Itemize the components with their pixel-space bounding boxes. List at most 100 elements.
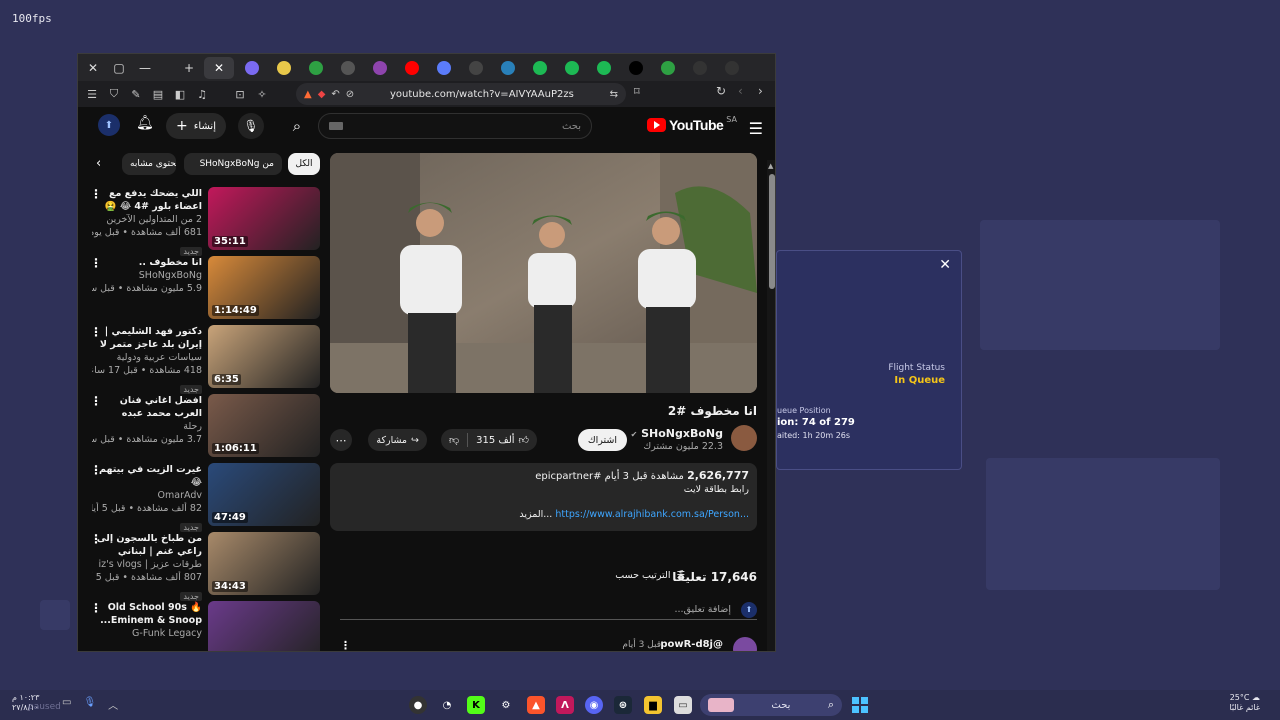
app-icon[interactable]: Λ xyxy=(556,696,574,714)
channel-name[interactable]: SHoNgxBoNg ✔ xyxy=(631,427,723,440)
recommended-video[interactable]: 6:35 دكتور فهد الشليمي | إيران بلد عاجز … xyxy=(86,325,320,394)
pinned-tab[interactable] xyxy=(718,57,746,79)
video-thumbnail[interactable]: 34:43 xyxy=(208,532,320,595)
pinned-tab[interactable] xyxy=(462,57,490,79)
add-comment-input[interactable]: ⬆ إضافة تعليق... xyxy=(340,602,757,620)
bookmark-icon[interactable]: ⌑ xyxy=(634,85,640,98)
pinned-tab[interactable] xyxy=(590,57,618,79)
video-channel[interactable]: رحلة xyxy=(92,420,202,433)
pinned-tab[interactable] xyxy=(686,57,714,79)
create-button[interactable]: + إنشاء xyxy=(166,113,226,139)
more-vert-icon[interactable]: ⋮ xyxy=(90,256,102,270)
screenshot-icon[interactable]: ⊡ xyxy=(230,84,250,104)
pinned-tab[interactable] xyxy=(238,57,266,79)
video-thumbnail[interactable]: 35:11 xyxy=(208,187,320,250)
share-button[interactable]: مشاركة ↪ xyxy=(368,429,427,451)
more-vert-icon[interactable]: ⋮ xyxy=(90,325,102,339)
video-thumbnail[interactable]: 6:35 xyxy=(208,325,320,388)
description-box[interactable]: 2,626,777 مشاهدة قبل 3 أيام #epicpartner… xyxy=(330,463,757,531)
no-redirect-icon[interactable]: ⊘ xyxy=(346,89,354,100)
more-vert-icon[interactable]: ⋮ xyxy=(90,187,102,201)
search-input[interactable]: بحث xyxy=(318,113,592,139)
video-title[interactable]: غيرت الزيت في بيتهم 😂 xyxy=(92,463,202,489)
brave-icon[interactable]: ▲ xyxy=(304,89,312,100)
scrollbar[interactable]: ▲ ▼ xyxy=(767,160,775,651)
settings-icon[interactable]: ⚙ xyxy=(497,696,515,714)
description-link[interactable]: https://www.alrajhibank.com.sa/Person... xyxy=(555,509,749,520)
battery-icon[interactable]: ▭ xyxy=(62,697,71,712)
wallet-icon[interactable]: ▤ xyxy=(148,84,168,104)
brave-icon[interactable]: ▲ xyxy=(527,696,545,714)
scrollbar-thumb[interactable] xyxy=(769,174,775,289)
comment-author[interactable]: @powR-d8j xyxy=(660,639,723,650)
pinned-tab[interactable] xyxy=(526,57,554,79)
obs-icon[interactable]: ● xyxy=(409,696,427,714)
mic-icon[interactable]: 🎙︎ xyxy=(83,697,96,712)
minimize-icon[interactable]: — xyxy=(134,57,156,79)
recommended-video[interactable]: 1:14:49 انا مخطوف .. SHoNgxBoNg 5.9 مليو… xyxy=(86,256,320,320)
start-icon[interactable] xyxy=(851,696,869,714)
maximize-icon[interactable]: ▢ xyxy=(108,57,130,79)
more-vert-icon[interactable]: ⋮ xyxy=(90,601,102,615)
video-thumbnail[interactable]: 1:06:11 xyxy=(208,394,320,457)
youtube-logo[interactable]: YouTube SA xyxy=(646,115,737,133)
recommended-video[interactable]: 35:11 اللي يضحك يدفع مع اعضاء بلور #4 😂 … xyxy=(86,187,320,256)
video-thumbnail[interactable]: 47:49 xyxy=(208,463,320,526)
video-thumbnail[interactable]: 1:14:49 xyxy=(208,256,320,319)
keyboard-icon[interactable] xyxy=(329,122,343,130)
weather-widget[interactable]: 25°C ☁ غائم غالبًا xyxy=(1229,693,1260,713)
speedometer-icon[interactable]: ◔ xyxy=(438,696,456,714)
pinned-tab[interactable] xyxy=(302,57,330,79)
video-thumbnail[interactable] xyxy=(208,601,320,651)
tab-active-close-icon[interactable]: ✕ xyxy=(204,56,234,79)
pinned-tab[interactable] xyxy=(398,57,426,79)
recommended-video[interactable]: 1:06:11 افضل اغاني فنان العرب محمد عبده … xyxy=(86,394,320,458)
more-vert-icon[interactable]: ⋮ xyxy=(90,532,102,546)
chip-all[interactable]: الكل xyxy=(288,153,320,175)
pinned-tab[interactable] xyxy=(558,57,586,79)
chevron-left-icon[interactable]: ‹ xyxy=(96,156,101,171)
pinned-tab[interactable] xyxy=(622,57,650,79)
pinned-tab[interactable] xyxy=(654,57,682,79)
video-title[interactable]: من طباخ بالسجون إلى راعي غنم | لبناني مو… xyxy=(92,532,202,558)
menu-icon[interactable]: ☰ xyxy=(82,84,102,104)
close-window-icon[interactable]: ✕ xyxy=(82,57,104,79)
avatar[interactable]: ⬆ xyxy=(98,114,120,136)
music-icon[interactable]: ♫ xyxy=(192,84,212,104)
scroll-up-icon[interactable]: ▲ xyxy=(768,162,773,170)
url-text[interactable]: youtube.com/watch?v=AIVYAAuP2zs xyxy=(360,89,603,100)
subscribe-button[interactable]: اشتراك xyxy=(577,429,627,451)
chip-related[interactable]: محتوى مشابه xyxy=(122,153,176,175)
video-channel[interactable]: SHoNgxBoNg xyxy=(92,269,202,282)
folder-icon[interactable]: ▆ xyxy=(644,696,662,714)
video-title[interactable]: دكتور فهد الشليمي | إيران بلد عاجز متمر … xyxy=(92,325,202,351)
show-more-button[interactable]: ...المزيد xyxy=(519,509,552,520)
video-channel[interactable]: G-Funk Legacy xyxy=(92,627,202,640)
pinned-tab[interactable] xyxy=(494,57,522,79)
dislike-button[interactable]: 👎︎ xyxy=(441,429,467,451)
puzzle-icon[interactable]: ✧ xyxy=(252,84,272,104)
extension-icon[interactable]: ✎ xyxy=(126,84,146,104)
forward-arrow-icon[interactable]: › xyxy=(758,84,763,98)
like-button[interactable]: 315 ألف 👍︎ xyxy=(468,429,537,451)
new-tab-icon[interactable]: + xyxy=(178,57,200,79)
chip-from-channel[interactable]: من SHoNgxBoNg xyxy=(184,153,282,175)
rewards-icon[interactable]: ◆ xyxy=(318,89,326,100)
more-vert-icon[interactable]: ⋮ xyxy=(340,639,351,651)
mic-icon[interactable]: 🎙︎ xyxy=(238,113,264,139)
close-icon[interactable]: ✕ xyxy=(939,257,951,273)
hashtag-link[interactable]: #epicpartner xyxy=(535,471,601,482)
address-bar[interactable]: ▲ ◆ ↶ ⊘ youtube.com/watch?v=AIVYAAuP2zs … xyxy=(296,83,626,105)
video-title[interactable]: اللي يضحك يدفع مع اعضاء بلور #4 😂 🤮 xyxy=(92,187,202,213)
more-vert-icon[interactable]: ⋮ xyxy=(90,394,102,408)
pinned-tab[interactable] xyxy=(366,57,394,79)
video-channel[interactable]: 2 من المتداولين الآخرين xyxy=(92,213,202,226)
video-title[interactable]: افضل اغاني فنان العرب محمد عبده xyxy=(92,394,202,420)
channel-avatar[interactable] xyxy=(731,425,757,451)
window-icon[interactable]: ▭ xyxy=(674,696,692,714)
site-settings-icon[interactable]: ⇆ xyxy=(610,89,618,100)
shield-icon[interactable]: ⛉ xyxy=(104,84,124,104)
recommended-video[interactable]: 47:49 غيرت الزيت في بيتهم 😂 OmarAdv 82 أ… xyxy=(86,463,320,532)
pinned-tab[interactable] xyxy=(334,57,362,79)
chevron-up-icon[interactable]: ︿ xyxy=(108,697,118,712)
